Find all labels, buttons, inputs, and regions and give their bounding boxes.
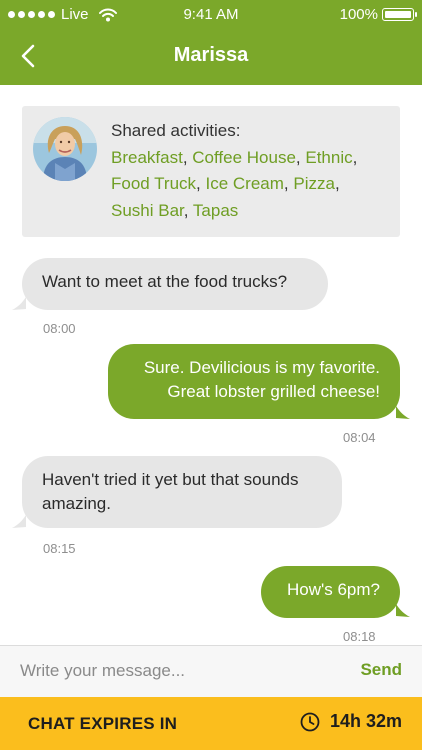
activity-tag[interactable]: Sushi Bar (111, 201, 184, 220)
activities-text: Shared activities: Breakfast, Coffee Hou… (111, 121, 358, 220)
activity-tag[interactable]: Tapas (193, 201, 238, 220)
battery-icon (382, 8, 417, 21)
expiry-bar: CHAT EXPIRES IN 14h 32m (0, 697, 422, 750)
activity-tag[interactable]: Coffee House (192, 148, 296, 167)
avatar[interactable] (33, 117, 97, 181)
activity-tag[interactable]: Ice Cream (206, 174, 284, 193)
message-text: Haven't tried it yet but that sounds (42, 470, 299, 489)
message-text: Sure. Devilicious is my favorite. (143, 358, 380, 377)
bubble-tail-icon (396, 406, 410, 419)
expiry-timer: 14h 32m (300, 711, 402, 732)
app-header: Live 9:41 AM 100% Marissa (0, 0, 422, 85)
activity-tag[interactable]: Pizza (293, 174, 335, 193)
expiry-countdown: 14h 32m (329, 711, 402, 731)
message-time: 08:00 (43, 321, 76, 336)
message-time: 08:18 (343, 629, 376, 644)
chat-area[interactable]: Shared activities: Breakfast, Coffee Hou… (0, 85, 422, 645)
battery-percent: 100% (339, 6, 378, 23)
bubble-tail-icon (12, 297, 26, 310)
message-text: amazing. (42, 494, 111, 513)
message-time: 08:15 (43, 541, 76, 556)
message-text: Great lobster grilled cheese! (167, 382, 380, 401)
clock-icon (300, 712, 320, 731)
avatar-image (33, 117, 97, 181)
message-composer: Send (0, 645, 422, 697)
message-time: 08:04 (343, 430, 376, 445)
activity-tag[interactable]: Ethnic (305, 148, 352, 167)
message-bubble-outgoing[interactable]: Sure. Devilicious is my favorite. Great … (108, 344, 400, 419)
activity-tag[interactable]: Breakfast (111, 148, 183, 167)
shared-activities-card: Shared activities: Breakfast, Coffee Hou… (22, 106, 400, 237)
activities-label: Shared activities: (111, 121, 241, 140)
message-bubble-incoming[interactable]: Haven't tried it yet but that sounds ama… (22, 456, 342, 528)
message-text: Want to meet at the food trucks? (42, 272, 288, 291)
expiry-label: CHAT EXPIRES IN (28, 714, 178, 733)
status-right: 100% (339, 6, 417, 23)
bubble-tail-icon (396, 604, 410, 617)
chat-title: Marissa (173, 44, 249, 66)
nav-bar: Marissa (0, 28, 422, 85)
send-button[interactable]: Send (360, 660, 402, 680)
status-bar: Live 9:41 AM 100% (0, 0, 422, 28)
message-input[interactable] (0, 646, 340, 696)
bubble-tail-icon (12, 515, 26, 528)
message-bubble-outgoing[interactable]: How's 6pm? (261, 566, 400, 618)
activity-tag[interactable]: Food Truck (111, 174, 196, 193)
message-text: How's 6pm? (286, 580, 380, 599)
message-bubble-incoming[interactable]: Want to meet at the food trucks? (22, 258, 328, 310)
